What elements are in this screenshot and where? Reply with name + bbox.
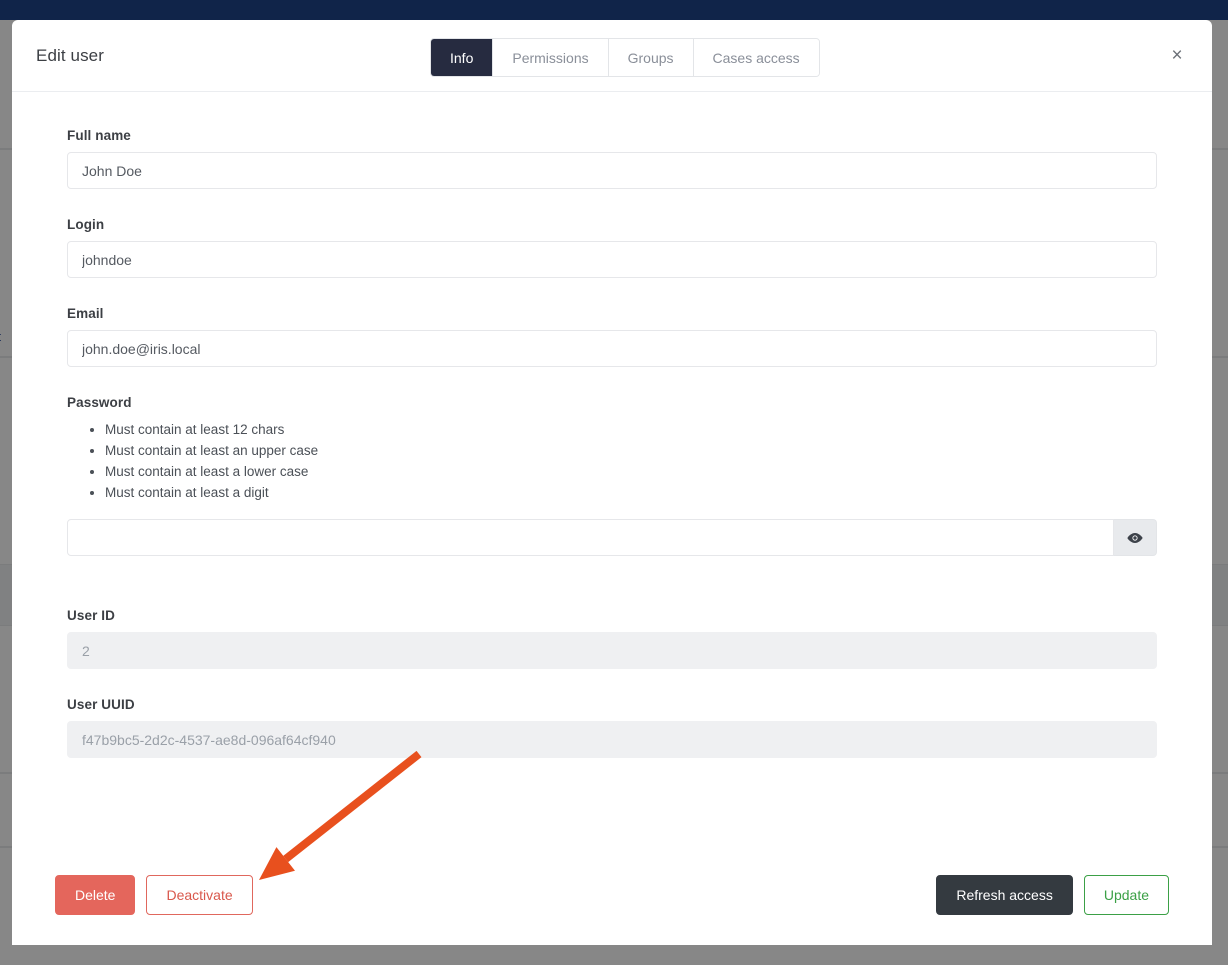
modal-footer: Delete Deactivate Refresh access Update [12, 875, 1212, 945]
section-spacer [67, 578, 1157, 608]
password-rule: Must contain at least an upper case [105, 440, 1157, 461]
page-root: rat e Edit user Info Permissions Groups … [0, 0, 1228, 965]
password-input-group [67, 519, 1157, 556]
tab-cases-access[interactable]: Cases access [694, 39, 819, 76]
password-label: Password [67, 395, 1157, 410]
footer-right-actions: Refresh access Update [936, 875, 1169, 915]
user-id-label: User ID [67, 608, 1157, 623]
eye-icon[interactable] [1114, 519, 1157, 556]
user-uuid-input [67, 721, 1157, 758]
page-title: Edit user [36, 46, 104, 66]
full-name-label: Full name [67, 128, 1157, 143]
user-id-input [67, 632, 1157, 669]
email-label: Email [67, 306, 1157, 321]
login-label: Login [67, 217, 1157, 232]
close-icon[interactable]: × [1164, 43, 1190, 69]
field-user-id: User ID [67, 608, 1157, 669]
full-name-input[interactable] [67, 152, 1157, 189]
deactivate-button[interactable]: Deactivate [146, 875, 252, 915]
field-user-uuid: User UUID [67, 697, 1157, 758]
field-login: Login [67, 217, 1157, 278]
update-button[interactable]: Update [1084, 875, 1169, 915]
delete-button[interactable]: Delete [55, 875, 135, 915]
field-password: Password Must contain at least 12 chars … [67, 395, 1157, 556]
field-full-name: Full name [67, 128, 1157, 189]
password-rule: Must contain at least a digit [105, 482, 1157, 503]
modal-body: Full name Login Email Password Must cont… [12, 92, 1212, 875]
password-rule: Must contain at least 12 chars [105, 419, 1157, 440]
footer-left-actions: Delete Deactivate [55, 875, 253, 915]
field-email: Email [67, 306, 1157, 367]
user-uuid-label: User UUID [67, 697, 1157, 712]
refresh-access-button[interactable]: Refresh access [936, 875, 1072, 915]
password-rules-list: Must contain at least 12 chars Must cont… [105, 419, 1157, 503]
password-input[interactable] [67, 519, 1114, 556]
modal-header: Edit user Info Permissions Groups Cases … [12, 20, 1212, 92]
password-rule: Must contain at least a lower case [105, 461, 1157, 482]
login-input[interactable] [67, 241, 1157, 278]
email-input[interactable] [67, 330, 1157, 367]
edit-user-modal: Edit user Info Permissions Groups Cases … [12, 20, 1212, 945]
tab-info[interactable]: Info [431, 39, 493, 76]
modal-tabs: Info Permissions Groups Cases access [430, 38, 820, 77]
app-topbar [0, 0, 1228, 20]
tab-groups[interactable]: Groups [609, 39, 694, 76]
tab-permissions[interactable]: Permissions [493, 39, 608, 76]
